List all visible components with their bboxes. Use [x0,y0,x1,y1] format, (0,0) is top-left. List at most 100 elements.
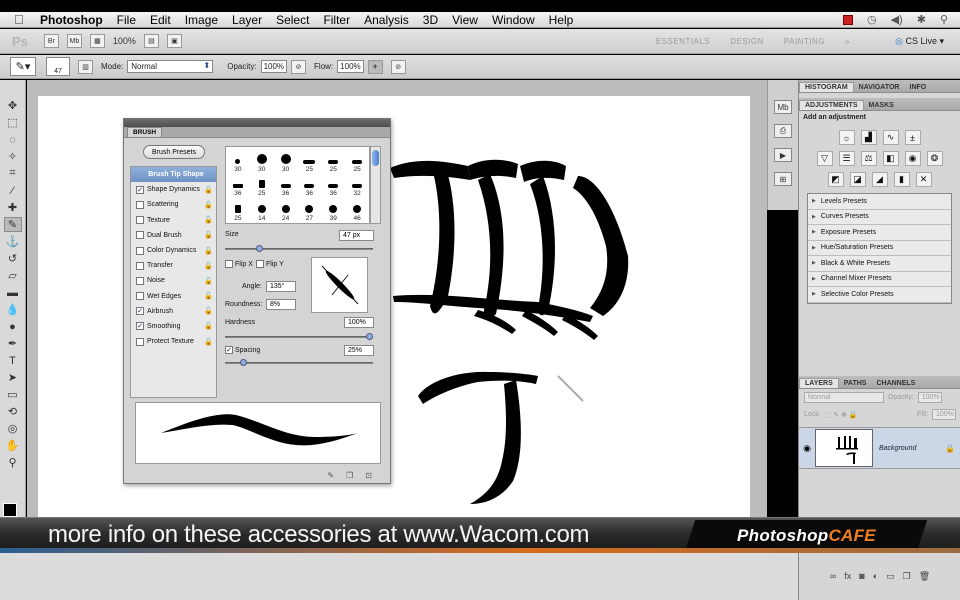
brush-tip[interactable]: 25 [226,198,250,223]
lock-icon[interactable]: 🔓 [204,307,213,315]
healing-brush-tool-icon[interactable]: ✚ [4,200,22,215]
menu-layer[interactable]: Layer [232,13,262,27]
checkbox-transfer[interactable] [136,261,144,270]
checkbox-protect-texture[interactable] [136,337,144,346]
brush-tip[interactable]: 27 [298,198,322,223]
airbrush-icon[interactable]: ✈ [367,59,383,74]
eyedropper-tool-icon[interactable]: ⁄ [4,183,22,198]
brush-panel-header[interactable] [124,119,390,127]
layer-style-icon[interactable]: fx [844,571,851,581]
brush-tip[interactable]: 14 [250,198,274,223]
crop-tool-icon[interactable]: ⌗ [4,166,22,181]
lock-icon[interactable]: 🔓 [204,262,213,270]
shape-tool-icon[interactable]: ▭ [4,387,22,402]
type-tool-icon[interactable]: T [4,353,22,368]
toggle-bristle-preview-icon[interactable]: ✎ [327,471,334,480]
tab-paths[interactable]: PATHS [839,379,872,388]
menu-file[interactable]: File [117,13,136,27]
brush-tip[interactable]: 25 [298,147,322,174]
delete-layer-icon[interactable]: 🗑 [919,571,930,582]
levels-icon[interactable]: ▟ [860,130,877,145]
layer-blend-mode-select[interactable]: Normal [804,392,884,403]
tab-channels[interactable]: CHANNELS [871,379,920,388]
record-icon[interactable] [842,14,853,25]
lock-icon[interactable]: 🔓 [204,186,213,194]
lock-icon[interactable]: 🔓 [204,216,213,224]
checkbox-scattering[interactable] [136,200,144,209]
history-panel-icon[interactable]: ⎙ [774,124,792,138]
brush-option-tip-shape[interactable]: Brush Tip Shape [131,167,216,183]
marquee-tool-icon[interactable]: ⬚ [4,115,22,130]
preset-hue-saturation[interactable]: Hue/Saturation Presets [808,241,951,256]
tab-brush[interactable]: BRUSH [127,127,163,137]
opacity-pressure-icon[interactable]: ⊘ [291,59,307,74]
brush-tip[interactable]: 36 [226,174,250,199]
path-select-tool-icon[interactable]: ➤ [4,370,22,385]
menu-help[interactable]: Help [549,13,574,27]
lock-icon[interactable]: 🔓 [204,338,213,346]
checkbox-color-dynamics[interactable] [136,246,144,255]
mode-select[interactable]: Normal [127,60,214,73]
spacing-checkbox[interactable]: ✓ Spacing [225,346,260,354]
tool-presets-panel-icon[interactable]: ⊞ [774,172,792,186]
brush-tip[interactable]: 25 [321,147,345,174]
size-pressure-icon[interactable]: ⊘ [390,59,406,74]
bridge-icon[interactable]: Br [43,34,59,48]
brush-tip[interactable]: 25 [345,147,369,174]
brush-option-dual-brush[interactable]: Dual Brush 🔓 [131,228,216,243]
brush-tip[interactable]: 36 [298,174,322,199]
brightness-icon[interactable]: ☼ [838,130,855,145]
move-tool-icon[interactable]: ✥ [4,98,22,113]
hardness-slider[interactable] [225,333,373,340]
lock-icons[interactable]: ⬚ ✎ ✥ 🔒 [825,411,858,419]
3d-rotate-tool-icon[interactable]: ⟲ [4,404,22,419]
brush-tip[interactable]: 39 [321,198,345,223]
menu-analysis[interactable]: Analysis [364,13,409,27]
apple-icon[interactable]:  [14,12,30,27]
zoom-level[interactable]: 100% [113,36,136,46]
roundness-field[interactable]: 8% [266,299,296,310]
menu-view[interactable]: View [452,13,478,27]
checkbox-shape-dynamics[interactable]: ✓ [136,185,144,194]
lock-icon[interactable]: 🔓 [204,292,213,300]
brush-tip[interactable]: 24 [274,198,298,223]
eraser-tool-icon[interactable]: ▱ [4,268,22,283]
foreground-color-swatch[interactable] [3,503,17,517]
adjustment-layer-icon[interactable]: ◐ [873,571,878,581]
group-icon[interactable]: ▭ [886,571,895,582]
brush-tip[interactable]: 36 [274,174,298,199]
brush-option-color-dynamics[interactable]: Color Dynamics 🔓 [131,243,216,258]
workspace-more-icon[interactable]: » [845,37,850,46]
preset-black-white[interactable]: Black & White Presets [808,256,951,272]
lock-icon[interactable]: 🔓 [204,322,213,330]
spacing-slider[interactable] [225,359,373,366]
vibrance-icon[interactable]: ▽ [816,151,833,166]
checkbox-smoothing[interactable]: ✓ [136,322,144,331]
save-brush-icon[interactable]: ⊡ [365,471,372,480]
flip-x-checkbox[interactable]: Flip X [225,260,253,268]
zoom-tool-icon[interactable]: ⚲ [4,455,22,470]
spacing-field[interactable]: 25% [344,345,374,356]
threshold-icon[interactable]: ◢ [871,172,888,187]
arrange-documents-icon[interactable]: ▤ [143,34,159,48]
quick-select-tool-icon[interactable]: ✧ [4,149,22,164]
menu-image[interactable]: Image [185,13,218,27]
checkbox-texture[interactable] [136,216,144,225]
hardness-field[interactable]: 100% [344,317,374,328]
brush-option-scattering[interactable]: Scattering 🔓 [131,197,216,212]
brush-angle-preview[interactable] [311,257,368,313]
workspace-design[interactable]: DESIGN [730,37,764,46]
color-balance-icon[interactable]: ⚖ [860,151,877,166]
brush-presets-button[interactable]: Brush Presets [143,145,205,159]
menu-filter[interactable]: Filter [323,13,350,27]
tab-masks[interactable]: MASKS [864,101,899,110]
selective-color-icon[interactable]: ✕ [915,172,932,187]
layer-fill-field[interactable]: 100% [932,409,956,420]
size-field[interactable]: 47 px [339,230,374,241]
checkbox-noise[interactable] [136,276,144,285]
brush-tip[interactable]: 32 [345,174,369,199]
new-brush-icon[interactable]: ❐ [346,471,353,480]
brush-option-transfer[interactable]: Transfer 🔓 [131,258,216,273]
lock-icon[interactable]: 🔓 [204,201,213,209]
black-white-icon[interactable]: ◧ [882,151,899,166]
